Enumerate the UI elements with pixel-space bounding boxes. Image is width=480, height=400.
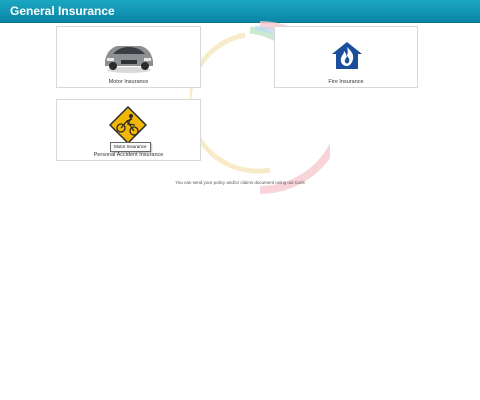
- car-icon: [105, 46, 153, 73]
- motor-insurance-label: Motor Insurance: [108, 79, 149, 85]
- accident-warning-icon: [109, 106, 147, 144]
- fire-insurance-label: Fire Insurance: [328, 79, 364, 85]
- footer-note: You can send your policy and/or claims d…: [175, 180, 305, 185]
- tooltip: Motor Insurance: [110, 142, 151, 152]
- house-fire-icon: [332, 42, 362, 69]
- personal-accident-insurance-label: Personal Accident Insurance: [93, 152, 164, 158]
- motor-insurance-card[interactable]: Motor Insurance: [56, 26, 201, 88]
- fire-insurance-card[interactable]: Fire Insurance: [274, 26, 418, 88]
- page-title: General Insurance: [10, 4, 115, 18]
